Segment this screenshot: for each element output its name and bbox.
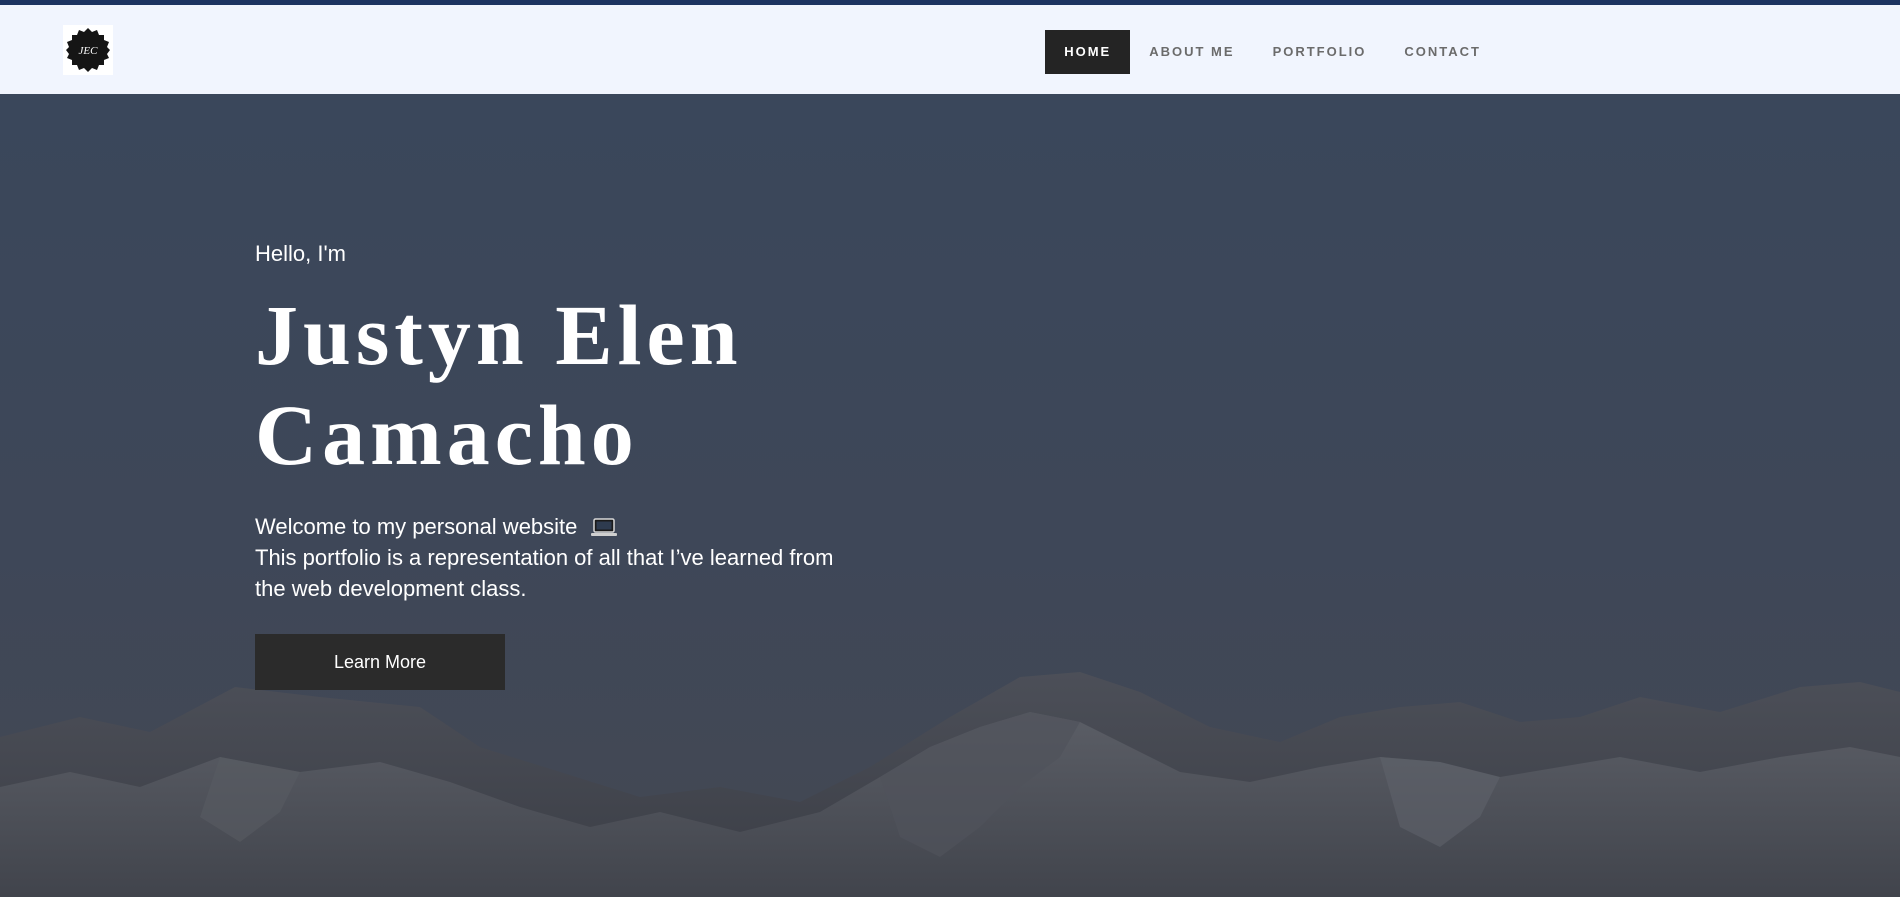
hero-intro: Welcome to my personal website This port…: [255, 511, 895, 604]
nav-home[interactable]: HOME: [1045, 30, 1131, 74]
nav-contact[interactable]: CONTACT: [1385, 30, 1500, 74]
hero-greeting: Hello, I'm: [255, 241, 346, 266]
hero-name-line1: Justyn Elen: [255, 287, 743, 383]
hero-section: Hello, I'm Justyn Elen Camacho Welcome t…: [0, 94, 1900, 897]
hero-intro-line2: This portfolio is a representation of al…: [255, 545, 834, 570]
nav-about-me[interactable]: ABOUT ME: [1130, 30, 1253, 74]
hero-intro-line1: Welcome to my personal website: [255, 511, 895, 542]
learn-more-button[interactable]: Learn More: [255, 634, 505, 690]
logo-badge-icon: JEC: [66, 28, 110, 72]
main-nav: HOME ABOUT ME PORTFOLIO CONTACT: [1045, 30, 1500, 74]
logo-text: JEC: [79, 45, 99, 57]
laptop-icon: [590, 518, 617, 537]
navbar: JEC HOME ABOUT ME PORTFOLIO CONTACT: [0, 5, 1900, 94]
nav-portfolio[interactable]: PORTFOLIO: [1254, 30, 1386, 74]
hero-intro-welcome: Welcome to my personal website: [255, 514, 578, 539]
site-logo[interactable]: JEC: [63, 25, 113, 75]
hero-intro-line3: the web development class.: [255, 576, 527, 601]
hero-content: Hello, I'm Justyn Elen Camacho Welcome t…: [255, 241, 895, 690]
hero-name: Justyn Elen Camacho: [255, 285, 895, 485]
hero-name-line2: Camacho: [255, 387, 639, 483]
